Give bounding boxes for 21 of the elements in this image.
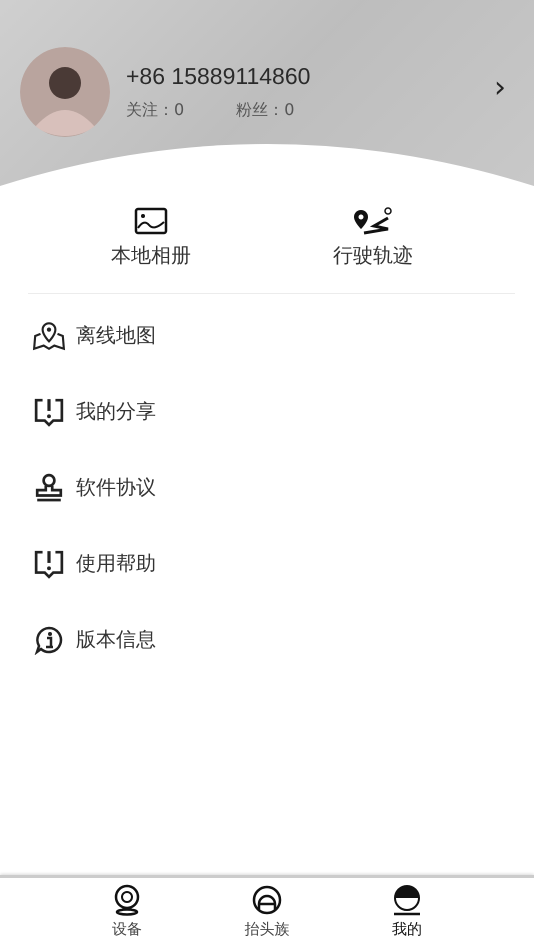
followers-count: 粉丝：0: [236, 100, 294, 121]
menu-item[interactable]: 使用帮助: [0, 546, 534, 581]
tab[interactable]: 设备: [100, 878, 153, 950]
tab[interactable]: 我的: [381, 878, 434, 950]
menu-item[interactable]: 软件协议: [0, 470, 534, 505]
following-count: 关注：0: [126, 100, 184, 121]
map-pin-icon: [32, 320, 66, 350]
steering-wheel-icon: [250, 884, 283, 916]
menu-item[interactable]: 离线地图: [0, 318, 534, 353]
avatar[interactable]: [20, 47, 110, 137]
image-icon: [134, 206, 168, 236]
route-pin-icon: [352, 206, 394, 236]
tab[interactable]: 抬头族: [234, 878, 300, 950]
chevron-icon[interactable]: ›: [494, 70, 506, 104]
shortcut-button[interactable]: 行驶轨迹: [325, 202, 421, 273]
shortcut-button[interactable]: 本地相册: [103, 202, 199, 273]
alert-book-icon: [32, 548, 66, 578]
menu-item[interactable]: 版本信息: [0, 622, 534, 657]
phone-number: +86 15889114860: [126, 63, 312, 90]
alert-book-icon: [32, 396, 66, 426]
menu-item[interactable]: 我的分享: [0, 394, 534, 429]
